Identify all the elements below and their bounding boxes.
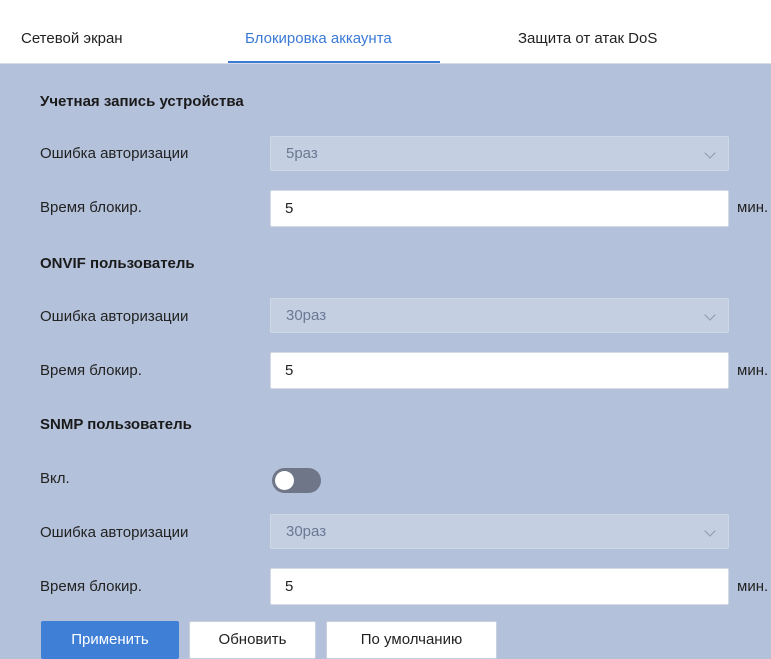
tab-account-lockout[interactable]: Блокировка аккаунта — [245, 30, 392, 47]
onvif-auth-error-select[interactable]: 30раз — [270, 298, 729, 333]
refresh-button[interactable]: Обновить — [189, 621, 316, 659]
device-auth-error-label: Ошибка авторизации — [40, 145, 189, 162]
snmp-lock-time-label: Время блокир. — [40, 578, 142, 595]
onvif-lock-time-unit: мин. — [737, 362, 769, 379]
snmp-auth-error-value: 30раз — [286, 523, 327, 540]
device-auth-error-select[interactable]: 5раз — [270, 136, 729, 171]
snmp-enable-label: Вкл. — [40, 470, 70, 487]
snmp-lock-time-input[interactable] — [270, 568, 729, 605]
tab-dos-protection[interactable]: Защита от атак DoS — [518, 30, 657, 47]
snmp-auth-error-label: Ошибка авторизации — [40, 524, 189, 541]
tab-bar: Сетевой экран Блокировка аккаунта Защита… — [0, 0, 771, 64]
snmp-enable-toggle[interactable] — [272, 468, 321, 493]
device-auth-error-value: 5раз — [286, 145, 318, 162]
apply-button[interactable]: Применить — [41, 621, 179, 659]
default-button[interactable]: По умолчанию — [326, 621, 497, 659]
onvif-lock-time-input[interactable] — [270, 352, 729, 389]
snmp-lock-time-unit: мин. — [737, 578, 769, 595]
tab-firewall[interactable]: Сетевой экран — [21, 30, 123, 47]
onvif-auth-error-label: Ошибка авторизации — [40, 308, 189, 325]
device-lock-time-input[interactable] — [270, 190, 729, 227]
device-lock-time-label: Время блокир. — [40, 199, 142, 216]
section-title-device-account: Учетная запись устройства — [40, 93, 244, 110]
onvif-lock-time-label: Время блокир. — [40, 362, 142, 379]
chevron-down-icon — [704, 309, 716, 321]
onvif-auth-error-value: 30раз — [286, 307, 327, 324]
snmp-auth-error-select[interactable]: 30раз — [270, 514, 729, 549]
chevron-down-icon — [704, 147, 716, 159]
section-title-onvif-user: ONVIF пользователь — [40, 255, 195, 272]
chevron-down-icon — [704, 525, 716, 537]
section-title-snmp-user: SNMP пользователь — [40, 416, 192, 433]
active-tab-indicator — [228, 61, 440, 63]
device-lock-time-unit: мин. — [737, 199, 769, 216]
toggle-knob — [275, 471, 294, 490]
